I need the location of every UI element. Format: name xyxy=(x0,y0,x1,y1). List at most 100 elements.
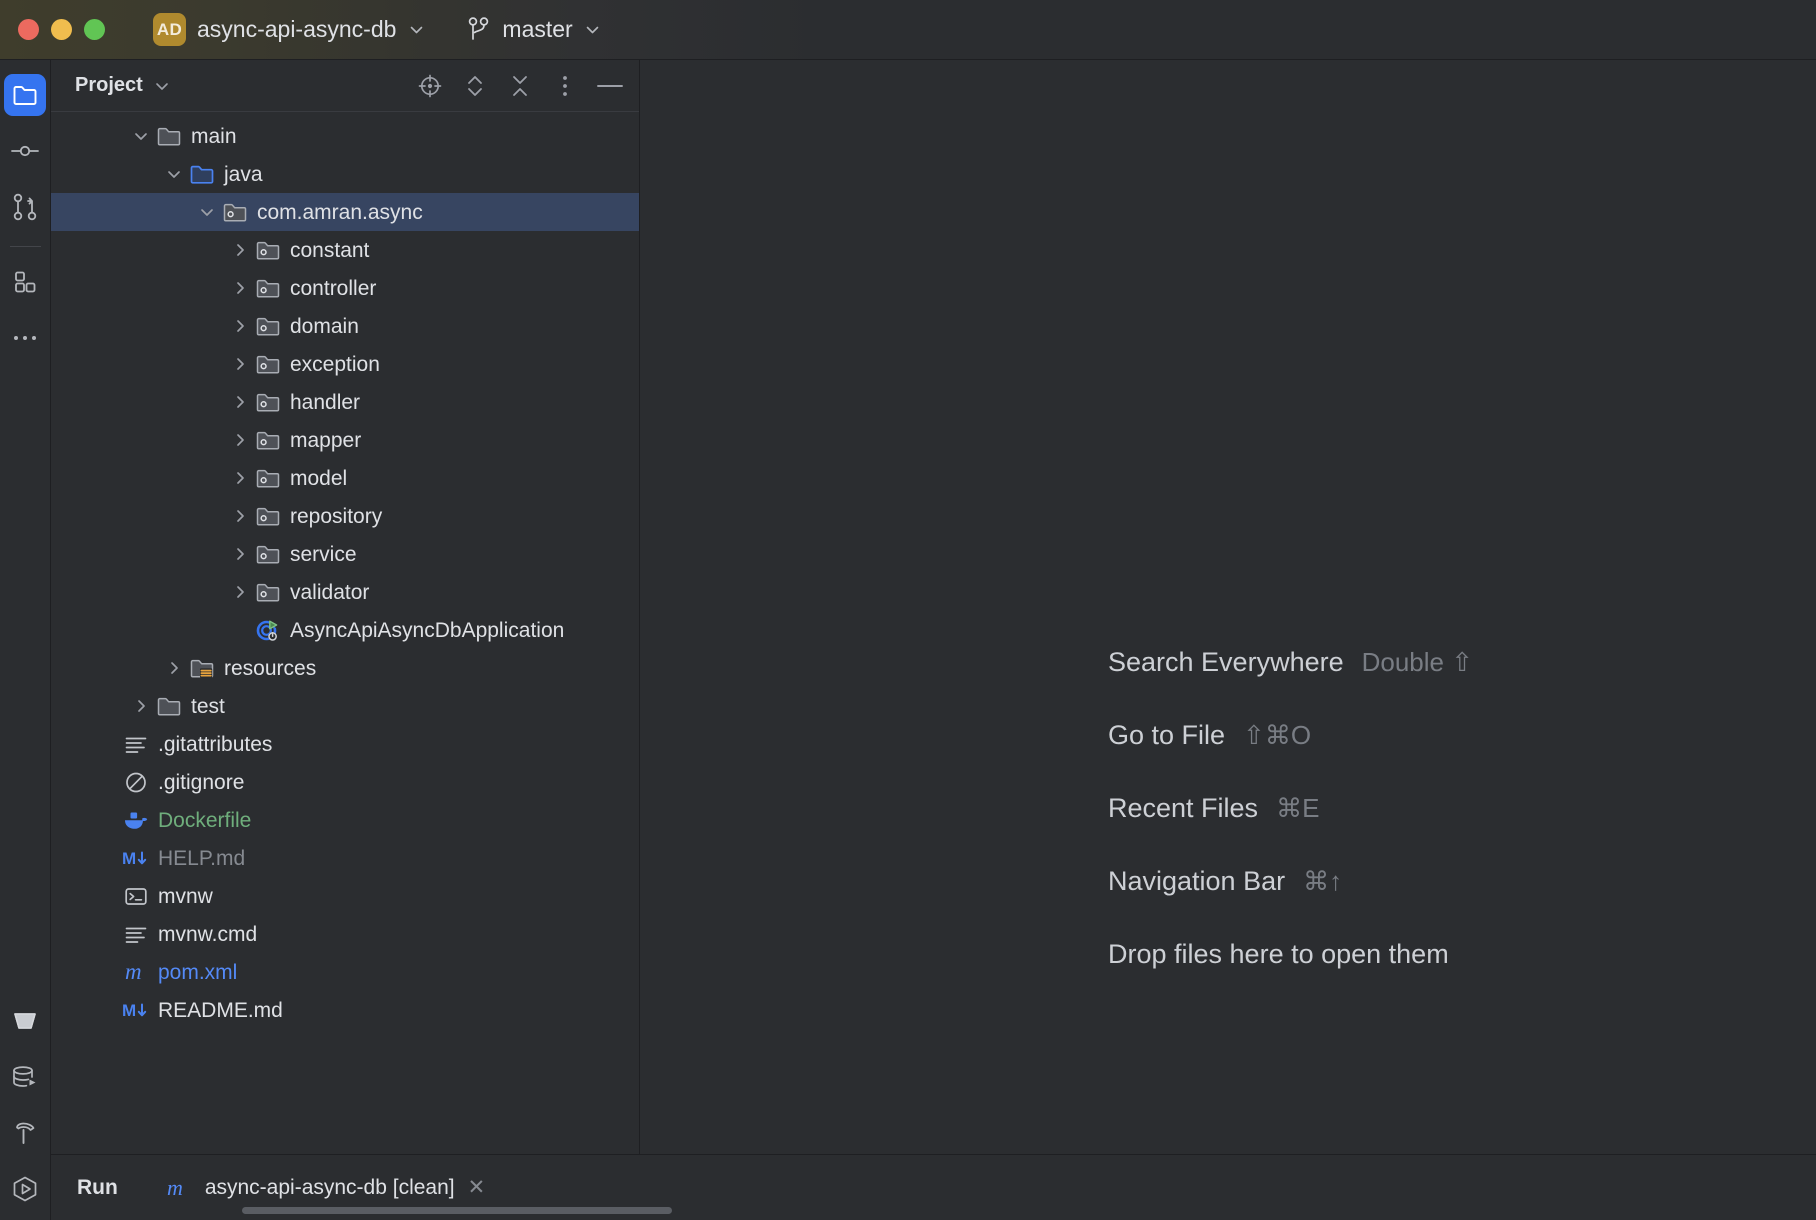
tree-row[interactable]: Dockerfile xyxy=(51,801,639,839)
tree-row[interactable]: mvnw xyxy=(51,877,639,915)
chevron-right-icon[interactable] xyxy=(227,431,253,449)
resources-folder-icon xyxy=(187,655,217,681)
tree-row[interactable]: M HELP.md xyxy=(51,839,639,877)
tree-row[interactable]: .gitignore xyxy=(51,763,639,801)
chevron-down-icon[interactable] xyxy=(194,203,220,221)
tree-row[interactable]: M README.md xyxy=(51,991,639,1029)
zoom-window-button[interactable] xyxy=(84,19,105,40)
horizontal-scrollbar[interactable] xyxy=(242,1207,672,1214)
panel-toolbar xyxy=(415,71,625,101)
tree-row[interactable]: m pom.xml xyxy=(51,953,639,991)
editor-hint: Search Everywhere Double ⇧ xyxy=(1108,647,1473,678)
rail-item-build[interactable] xyxy=(4,1112,46,1154)
tree-row[interactable]: controller xyxy=(51,269,639,307)
rail-item-database[interactable] xyxy=(4,1056,46,1098)
tree-row[interactable]: com.amran.async xyxy=(51,193,639,231)
ide-window: AD async-api-async-db master Project mai… xyxy=(0,0,1816,1220)
chevron-right-icon[interactable] xyxy=(227,317,253,335)
terminal-hex-icon xyxy=(10,1007,40,1035)
panel-options-button[interactable] xyxy=(550,71,580,101)
chevron-right-icon[interactable] xyxy=(227,583,253,601)
structure-icon xyxy=(12,269,38,295)
tree-row-label: domain xyxy=(290,314,359,338)
chevron-down-icon[interactable] xyxy=(161,165,187,183)
collapse-all-button[interactable] xyxy=(505,71,535,101)
rail-item-more[interactable] xyxy=(4,317,46,359)
chevron-down-icon[interactable] xyxy=(128,127,154,145)
editor-hint: Navigation Bar ⌘↑ xyxy=(1108,866,1473,897)
crosshair-icon xyxy=(417,73,443,99)
rail-item-terminal[interactable] xyxy=(4,1000,46,1042)
package-icon xyxy=(253,541,283,567)
tree-row[interactable]: mapper xyxy=(51,421,639,459)
chevron-right-icon[interactable] xyxy=(128,697,154,715)
run-tab-label: async-api-async-db [clean] xyxy=(204,1175,455,1199)
rail-item-run[interactable] xyxy=(4,1168,46,1210)
minimize-window-button[interactable] xyxy=(51,19,72,40)
tree-row-label: repository xyxy=(290,504,383,528)
maven-icon: m xyxy=(164,1175,192,1201)
tree-row[interactable]: resources xyxy=(51,649,639,687)
tree-row[interactable]: constant xyxy=(51,231,639,269)
project-tree[interactable]: main java com.amran.async constant controlle… xyxy=(51,112,639,1037)
tree-row[interactable]: main xyxy=(51,117,639,155)
chevron-down-icon[interactable] xyxy=(153,77,171,95)
rail-item-structure[interactable] xyxy=(4,261,46,303)
tree-row[interactable]: handler xyxy=(51,383,639,421)
tree-row[interactable]: test xyxy=(51,687,639,725)
branch-selector[interactable]: master xyxy=(466,15,601,45)
package-icon xyxy=(253,465,283,491)
tree-row-label: test xyxy=(191,694,225,718)
chevron-right-icon[interactable] xyxy=(227,355,253,373)
tree-row-label: exception xyxy=(290,352,380,376)
package-icon xyxy=(220,199,250,225)
commit-icon xyxy=(10,138,40,164)
package-icon xyxy=(253,427,283,453)
tree-row-label: service xyxy=(290,542,357,566)
tree-row-label: model xyxy=(290,466,348,490)
select-opened-file-button[interactable] xyxy=(415,71,445,101)
package-icon xyxy=(253,313,283,339)
tree-row[interactable]: validator xyxy=(51,573,639,611)
project-selector[interactable]: AD async-api-async-db xyxy=(153,13,426,46)
chevron-right-icon[interactable] xyxy=(161,659,187,677)
folder-icon xyxy=(12,82,38,108)
pull-request-icon xyxy=(11,192,39,222)
project-tool-window: Project main java com.amran.async consta… xyxy=(51,60,640,1220)
chevron-right-icon[interactable] xyxy=(227,469,253,487)
tree-row[interactable]: .gitattributes xyxy=(51,725,639,763)
editor-empty-area: Search Everywhere Double ⇧ Go to File ⇧⌘O Re… xyxy=(640,60,1816,1220)
chevron-right-icon[interactable] xyxy=(227,507,253,525)
chevron-right-icon[interactable] xyxy=(227,545,253,563)
close-icon[interactable]: ✕ xyxy=(468,1175,486,1200)
database-icon xyxy=(10,1063,40,1091)
tree-row[interactable]: AsyncApiAsyncDbApplication xyxy=(51,611,639,649)
markdown-icon: M xyxy=(121,997,151,1023)
vertical-dots-icon xyxy=(560,73,570,99)
tree-row-label: handler xyxy=(290,390,361,414)
gitignore-icon xyxy=(121,769,151,795)
rail-item-commit[interactable] xyxy=(4,130,46,172)
editor-hint-shortcut: Double ⇧ xyxy=(1361,647,1474,677)
expand-all-button[interactable] xyxy=(460,71,490,101)
run-configuration-tab[interactable]: m async-api-async-db [clean] ✕ xyxy=(164,1175,485,1201)
rail-item-pull-requests[interactable] xyxy=(4,186,46,228)
project-badge: AD xyxy=(153,13,186,46)
maven-icon: m xyxy=(121,959,151,985)
tree-row-label: HELP.md xyxy=(158,846,246,870)
tree-row[interactable]: exception xyxy=(51,345,639,383)
tree-row[interactable]: java xyxy=(51,155,639,193)
tree-row[interactable]: domain xyxy=(51,307,639,345)
tree-row[interactable]: model xyxy=(51,459,639,497)
collapse-all-icon xyxy=(507,72,533,100)
chevron-right-icon[interactable] xyxy=(227,279,253,297)
tree-row[interactable]: mvnw.cmd xyxy=(51,915,639,953)
close-window-button[interactable] xyxy=(18,19,39,40)
hide-panel-button[interactable] xyxy=(595,71,625,101)
chevron-right-icon[interactable] xyxy=(227,393,253,411)
tree-row[interactable]: service xyxy=(51,535,639,573)
chevron-right-icon[interactable] xyxy=(227,241,253,259)
tree-row-label: Dockerfile xyxy=(158,808,252,832)
tree-row[interactable]: repository xyxy=(51,497,639,535)
rail-item-project[interactable] xyxy=(4,74,46,116)
